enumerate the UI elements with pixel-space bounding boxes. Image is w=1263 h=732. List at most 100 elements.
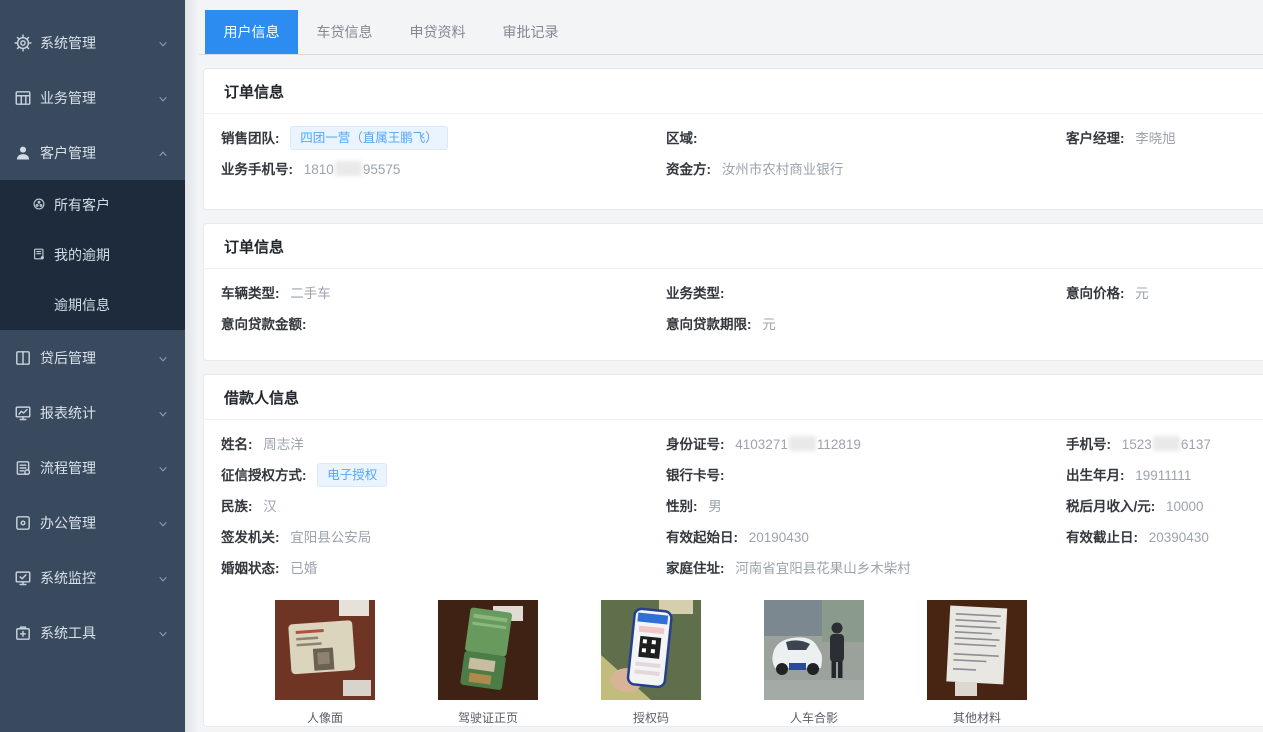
detail-tabbar: 用户信息 车贷信息 申贷资料 审批记录 <box>185 10 1263 55</box>
field-value: 元 <box>762 317 776 332</box>
field-label: 身份证号: <box>666 437 725 452</box>
field-value: 元 <box>1135 286 1149 301</box>
field-monthly-income: 税后月收入/元: 10000 <box>1066 491 1263 522</box>
field-gender: 性别: 男 <box>666 491 1066 522</box>
field-valid-from: 有效起始日: 20190430 <box>666 522 1066 553</box>
main-content: 用户信息 车贷信息 申贷资料 审批记录 订单信息 销售团队: 四团一营（直属王鹏… <box>185 0 1263 732</box>
sidebar-item-label: 系统监控 <box>40 568 96 588</box>
field-label: 资金方: <box>666 162 711 177</box>
field-value: 20190430 <box>749 530 809 545</box>
field-sales-team: 销售团队: 四团一营（直属王鹏飞） <box>221 123 666 154</box>
tab-user-info[interactable]: 用户信息 <box>205 10 298 54</box>
field-home-address: 家庭住址: 河南省宜阳县花果山乡木柴村 <box>666 553 1066 584</box>
tab-approval-records[interactable]: 审批记录 <box>484 10 577 54</box>
field-label: 性别: <box>666 499 698 514</box>
sidebar-subitem-all-customers[interactable]: 所有客户 <box>0 180 185 230</box>
field-value: 河南省宜阳县花果山乡木柴村 <box>735 561 911 576</box>
chevron-down-icon <box>157 92 169 104</box>
sidebar-item-label: 办公管理 <box>40 513 96 533</box>
field-vehicle-type: 车辆类型: 二手车 <box>221 278 666 309</box>
user-icon <box>14 144 32 162</box>
photo-caption: 授权码 <box>601 709 701 726</box>
chevron-down-icon <box>157 462 169 474</box>
field-label: 区域: <box>666 131 698 146</box>
chevron-down-icon <box>157 517 169 529</box>
sidebar: 系统管理 业务管理 客户管理 所有客户 我的逾期 逾 <box>0 0 185 732</box>
field-value: 10000 <box>1166 499 1204 514</box>
field-marital-status: 婚姻状态: 已婚 <box>221 553 666 584</box>
order-info-card-1: 订单信息 销售团队: 四团一营（直属王鹏飞） 区域: 客户经理: 李晓旭 业务手 <box>203 68 1263 210</box>
tab-loan-application-materials[interactable]: 申贷资料 <box>391 10 484 54</box>
field-value: 15236137 <box>1122 437 1211 452</box>
field-label: 税后月收入/元: <box>1066 499 1155 514</box>
field-value: 20390430 <box>1149 530 1209 545</box>
sidebar-item-process-management[interactable]: 流程管理 <box>0 440 185 495</box>
workflow-icon <box>14 459 32 477</box>
field-label: 姓名: <box>221 437 253 452</box>
sidebar-item-system-monitor[interactable]: 系统监控 <box>0 550 185 605</box>
qr-authorization-photo[interactable] <box>601 600 701 700</box>
toolbox-icon <box>14 624 32 642</box>
field-credit-auth-method: 征信授权方式: 电子授权 <box>221 460 666 491</box>
sidebar-item-report-statistics[interactable]: 报表统计 <box>0 385 185 440</box>
photo-caption: 驾驶证正页 <box>438 709 538 726</box>
sidebar-subitem-label: 所有客户 <box>54 195 110 215</box>
field-label: 意向贷款期限: <box>666 317 752 332</box>
field-business-phone: 业务手机号: 181095575 <box>221 154 666 185</box>
field-intended-loan-amount: 意向贷款金额: <box>221 309 666 340</box>
chevron-down-icon <box>157 352 169 364</box>
sidebar-item-label: 报表统计 <box>40 403 96 423</box>
field-label: 签发机关: <box>221 530 280 545</box>
field-intended-loan-term: 意向贷款期限: 元 <box>666 309 1066 340</box>
field-account-manager: 客户经理: 李晓旭 <box>1066 123 1263 154</box>
card-title: 订单信息 <box>204 69 1263 114</box>
sidebar-item-business-management[interactable]: 业务管理 <box>0 70 185 125</box>
redaction-blur <box>789 436 816 451</box>
sidebar-item-label: 客户管理 <box>40 143 96 163</box>
field-intended-price: 意向价格: 元 <box>1066 278 1263 309</box>
sidebar-item-office-management[interactable]: 办公管理 <box>0 495 185 550</box>
tab-car-loan-info[interactable]: 车贷信息 <box>298 10 391 54</box>
sidebar-subitem-my-overdue[interactable]: 我的逾期 <box>0 230 185 280</box>
field-label: 销售团队: <box>221 131 280 146</box>
id-card-photo[interactable] <box>275 600 375 700</box>
grid-icon <box>14 89 32 107</box>
field-label: 有效起始日: <box>666 530 738 545</box>
sales-team-tag[interactable]: 四团一营（直属王鹏飞） <box>290 126 448 150</box>
sidebar-subitem-overdue-info[interactable]: 逾期信息 <box>0 280 185 330</box>
photo-caption: 人车合影 <box>764 709 864 726</box>
sidebar-item-system-tools[interactable]: 系统工具 <box>0 605 185 660</box>
photo-caption: 其他材料 <box>927 709 1027 726</box>
field-value: 汉 <box>263 499 277 514</box>
customers-icon <box>32 197 54 214</box>
field-label: 家庭住址: <box>666 561 725 576</box>
redaction-blur <box>335 161 362 176</box>
field-valid-until: 有效截止日: 20390430 <box>1066 522 1263 553</box>
field-label: 银行卡号: <box>666 468 725 483</box>
green-booklet-photo[interactable] <box>438 600 538 700</box>
card-title: 订单信息 <box>204 224 1263 269</box>
chevron-up-icon <box>157 147 169 159</box>
sidebar-item-customer-management[interactable]: 客户管理 <box>0 125 185 180</box>
field-label: 意向价格: <box>1066 286 1125 301</box>
chevron-down-icon <box>157 572 169 584</box>
field-label: 征信授权方式: <box>221 468 307 483</box>
field-label: 意向贷款金额: <box>221 317 307 332</box>
field-value: 李晓旭 <box>1135 131 1176 146</box>
field-mobile: 手机号: 15236137 <box>1066 429 1263 460</box>
customer-management-submenu: 所有客户 我的逾期 逾期信息 <box>0 180 185 330</box>
field-value: 19911111 <box>1135 468 1191 483</box>
other-document-photo[interactable] <box>927 600 1027 700</box>
field-label: 有效截止日: <box>1066 530 1138 545</box>
sidebar-item-label: 系统工具 <box>40 623 96 643</box>
field-ethnicity: 民族: 汉 <box>221 491 666 522</box>
person-car-photo[interactable] <box>764 600 864 700</box>
field-bank-card: 银行卡号: <box>666 460 1066 491</box>
field-name: 姓名: 周志洋 <box>221 429 666 460</box>
credit-auth-tag[interactable]: 电子授权 <box>317 463 387 487</box>
field-issuing-authority: 签发机关: 宜阳县公安局 <box>221 522 666 553</box>
sidebar-item-system-management[interactable]: 系统管理 <box>0 15 185 70</box>
field-value: 181095575 <box>304 162 401 177</box>
field-label: 客户经理: <box>1066 131 1125 146</box>
sidebar-item-post-loan-management[interactable]: 贷后管理 <box>0 330 185 385</box>
